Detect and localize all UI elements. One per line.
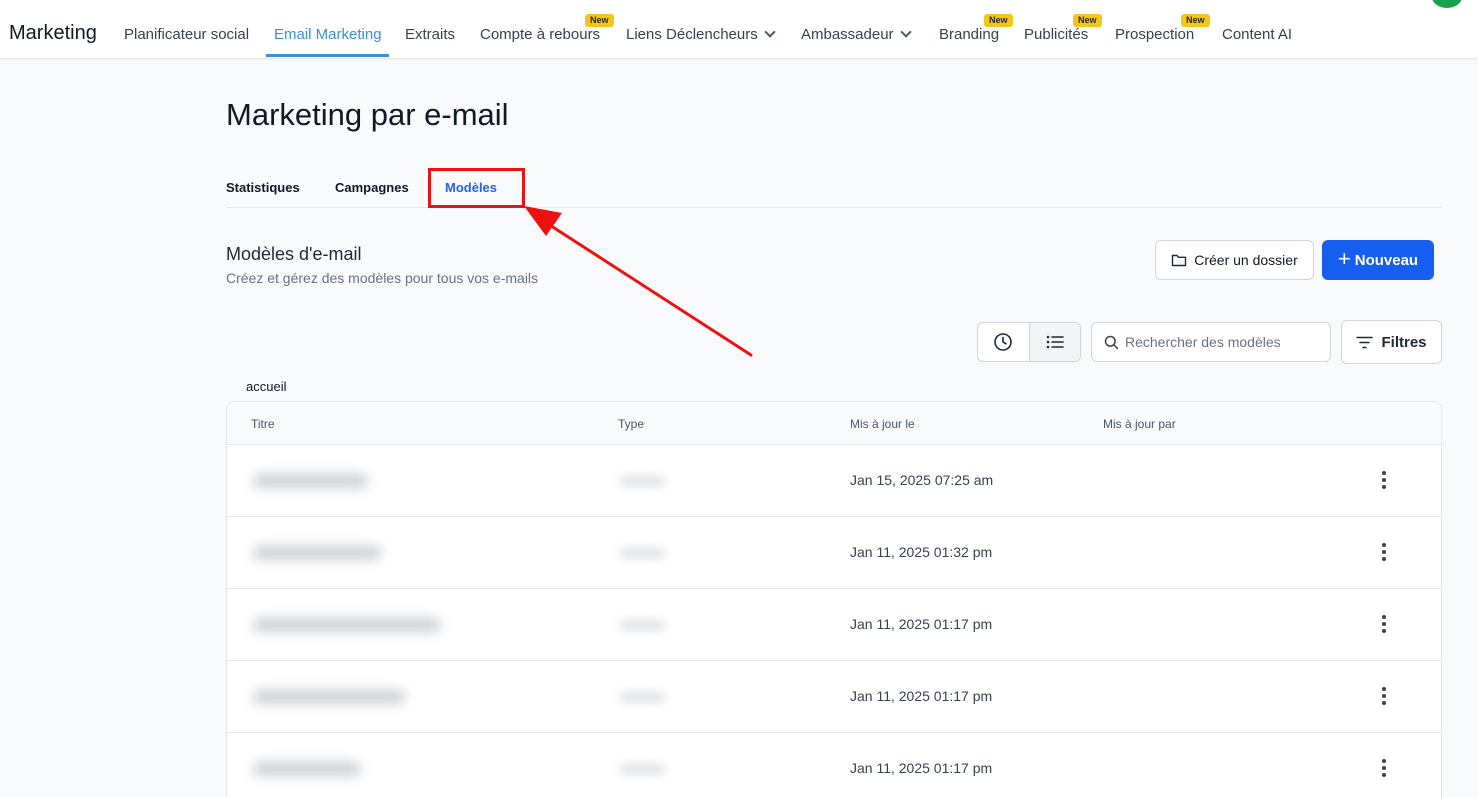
list-view-button[interactable] bbox=[1028, 323, 1080, 361]
updated-date: Jan 11, 2025 01:32 pm bbox=[850, 544, 993, 560]
blurred-title bbox=[253, 474, 368, 488]
blurred-type bbox=[620, 476, 665, 486]
list-icon bbox=[1046, 335, 1064, 349]
row-menu-icon[interactable] bbox=[1374, 681, 1394, 711]
nav-item-ambassadeur[interactable]: Ambassadeur bbox=[801, 26, 912, 43]
page-title: Marketing par e-mail bbox=[226, 97, 509, 132]
table-row[interactable]: Jan 15, 2025 07:25 am bbox=[227, 445, 1441, 517]
column-header-updated-by: Mis à jour par bbox=[1103, 417, 1176, 431]
updated-date: Jan 11, 2025 01:17 pm bbox=[850, 616, 993, 632]
tab-campagnes[interactable]: Campagnes bbox=[335, 180, 409, 195]
filters-button[interactable]: Filtres bbox=[1341, 320, 1442, 364]
updated-date: Jan 11, 2025 01:17 pm bbox=[850, 688, 993, 704]
search-input[interactable] bbox=[1125, 334, 1310, 350]
search-icon bbox=[1104, 335, 1119, 349]
clock-icon bbox=[994, 333, 1013, 351]
blurred-type bbox=[620, 764, 665, 774]
chevron-down-icon bbox=[764, 26, 776, 38]
filters-label: Filtres bbox=[1381, 333, 1427, 351]
table-row[interactable]: Jan 11, 2025 01:17 pm bbox=[227, 589, 1441, 661]
nav-item-prospection[interactable]: Prospection bbox=[1115, 26, 1194, 43]
row-menu-icon[interactable] bbox=[1374, 753, 1394, 783]
nav-item-branding[interactable]: Branding bbox=[939, 26, 999, 43]
tab-statistiques[interactable]: Statistiques bbox=[226, 180, 300, 195]
filter-icon bbox=[1356, 336, 1374, 348]
view-toggle-group bbox=[977, 322, 1081, 362]
row-menu-icon[interactable] bbox=[1374, 537, 1394, 567]
blurred-type bbox=[620, 620, 665, 630]
nav-item-label: Liens Déclencheurs bbox=[626, 26, 758, 43]
blurred-title bbox=[253, 546, 381, 560]
recent-view-button[interactable] bbox=[978, 323, 1029, 361]
nav-item-email-marketing[interactable]: Email Marketing bbox=[274, 26, 382, 43]
updated-date: Jan 15, 2025 07:25 am bbox=[850, 472, 994, 488]
nav-item-compte-a-rebours[interactable]: Compte à rebours bbox=[480, 26, 600, 43]
new-template-button[interactable]: + Nouveau bbox=[1322, 240, 1434, 280]
table-row[interactable]: Jan 11, 2025 01:17 pm bbox=[227, 661, 1441, 733]
blurred-type bbox=[620, 692, 665, 702]
app-brand: Marketing bbox=[9, 22, 97, 44]
blurred-title bbox=[253, 762, 361, 776]
new-template-label: Nouveau bbox=[1354, 251, 1419, 269]
section-title: Modèles d'e-mail bbox=[226, 244, 362, 264]
create-folder-label: Créer un dossier bbox=[1194, 252, 1298, 268]
create-folder-button[interactable]: Créer un dossier bbox=[1155, 240, 1314, 280]
top-navigation: Marketing Planificateur social Email Mar… bbox=[0, 0, 1478, 59]
nav-item-label: Ambassadeur bbox=[801, 26, 894, 43]
templates-table: Titre Type Mis à jour le Mis à jour par … bbox=[226, 401, 1442, 797]
nav-item-planificateur-social[interactable]: Planificateur social bbox=[124, 26, 249, 43]
nav-item-publicites[interactable]: Publicités bbox=[1024, 26, 1088, 43]
tabs-divider bbox=[226, 207, 1442, 208]
blurred-title bbox=[253, 690, 405, 704]
breadcrumb[interactable]: accueil bbox=[246, 379, 286, 394]
folder-icon bbox=[1172, 254, 1187, 267]
blurred-title bbox=[253, 618, 441, 632]
search-box bbox=[1091, 322, 1331, 362]
nav-item-liens-declencheurs[interactable]: Liens Déclencheurs bbox=[626, 26, 776, 43]
row-menu-icon[interactable] bbox=[1374, 465, 1394, 495]
column-header-type: Type bbox=[618, 417, 645, 431]
table-row[interactable]: Jan 11, 2025 01:32 pm bbox=[227, 517, 1441, 589]
annotation-highlight-box bbox=[428, 168, 525, 208]
table-header: Titre Type Mis à jour le Mis à jour par bbox=[227, 402, 1441, 445]
nav-item-extraits[interactable]: Extraits bbox=[405, 26, 455, 43]
plus-icon: + bbox=[1337, 246, 1351, 271]
chevron-down-icon bbox=[899, 26, 912, 38]
column-header-updated-at: Mis à jour le bbox=[850, 417, 915, 431]
nav-item-content-ai[interactable]: Content AI bbox=[1222, 26, 1292, 43]
table-row[interactable]: Jan 11, 2025 01:17 pm bbox=[227, 733, 1441, 797]
column-header-title: Titre bbox=[251, 417, 275, 431]
active-nav-indicator bbox=[266, 54, 389, 57]
section-subtitle: Créez et gérez des modèles pour tous vos… bbox=[226, 270, 539, 286]
avatar[interactable] bbox=[1432, 0, 1462, 8]
blurred-type bbox=[620, 548, 665, 558]
row-menu-icon[interactable] bbox=[1374, 609, 1394, 639]
updated-date: Jan 11, 2025 01:17 pm bbox=[850, 760, 993, 776]
